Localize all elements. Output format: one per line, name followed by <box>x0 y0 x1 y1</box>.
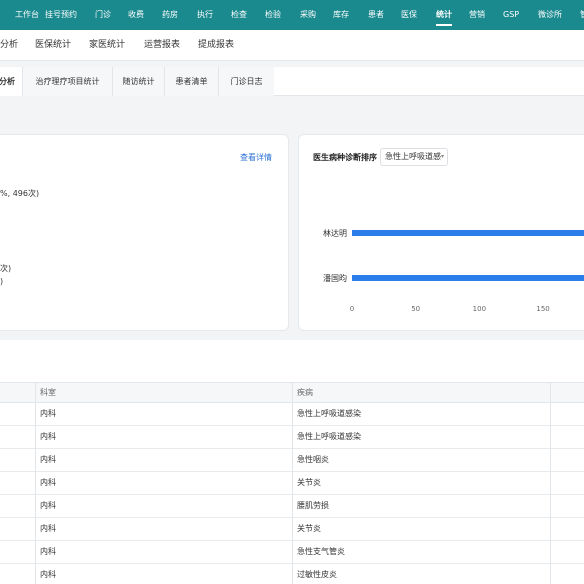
subnav-item[interactable]: 家医统计 <box>89 30 125 60</box>
disease-cell: 过敏性皮炎 <box>297 570 337 579</box>
disease-cell: 腰肌劳损 <box>297 501 329 510</box>
category-label: 潘国昀 <box>323 273 347 283</box>
column-divider <box>550 382 551 584</box>
subnav-item[interactable]: 医保统计 <box>35 30 71 60</box>
nav-item[interactable]: 统计 <box>436 0 452 30</box>
tab[interactable]: 分析 <box>0 67 22 96</box>
bar[interactable] <box>352 275 584 281</box>
disease-select-value: 急性上呼吸道感 <box>385 152 441 161</box>
x-tick-label: 150 <box>536 305 549 313</box>
summary-card <box>0 134 289 331</box>
chart-title: 医生病种诊断排序 <box>313 153 377 162</box>
diagnosis-bar-chart: 林达明潘国昀 0 50 100 150 <box>323 228 584 313</box>
subnav-item[interactable]: 提成报表 <box>198 30 234 60</box>
department-cell: 内科 <box>40 501 56 510</box>
analysis-tabs: 分析 治疗理疗项目统计 随访统计 患者清单 门诊日志 <box>0 67 584 96</box>
department-cell: 内科 <box>40 409 56 418</box>
column-header-disease: 疾病 <box>297 388 313 397</box>
x-tick-label: 0 <box>350 305 354 313</box>
department-cell: 内科 <box>40 547 56 556</box>
column-header-department: 科室 <box>40 388 56 397</box>
nav-item[interactable]: 工作台 <box>15 0 39 30</box>
subnav-item[interactable]: 分析 <box>0 30 18 60</box>
nav-item[interactable]: 检验 <box>265 0 281 30</box>
chevron-down-icon: ▾ <box>440 153 444 160</box>
tab[interactable]: 随访统计 <box>112 67 164 96</box>
department-cell: 内科 <box>40 455 56 464</box>
disease-cell: 急性上呼吸道感染 <box>297 409 361 418</box>
department-cell: 内科 <box>40 478 56 487</box>
nav-item[interactable]: 库存 <box>333 0 349 30</box>
summary-stat-line: ) <box>0 277 4 286</box>
nav-item[interactable]: 管 <box>580 0 584 30</box>
tab[interactable]: 患者清单 <box>164 67 218 96</box>
x-tick-label: 100 <box>473 305 486 313</box>
disease-cell: 关节炎 <box>297 524 321 533</box>
bar[interactable] <box>352 230 584 236</box>
department-cell: 内科 <box>40 570 56 579</box>
nav-item[interactable]: 执行 <box>197 0 213 30</box>
summary-stat-line: %, 496次) <box>0 189 40 198</box>
department-cell: 内科 <box>40 432 56 441</box>
disease-cell: 急性咽炎 <box>297 455 329 464</box>
disease-cell: 急性上呼吸道感染 <box>297 432 361 441</box>
x-tick-label: 50 <box>411 305 420 313</box>
nav-item[interactable]: 患者 <box>368 0 384 30</box>
department-cell: 内科 <box>40 524 56 533</box>
nav-item[interactable]: 营销 <box>469 0 485 30</box>
tab[interactable]: 门诊日志 <box>218 67 274 96</box>
category-label: 林达明 <box>323 228 347 238</box>
nav-item[interactable]: 检查 <box>231 0 247 30</box>
disease-cell: 关节炎 <box>297 478 321 487</box>
nav-item[interactable]: 微诊所 <box>538 0 562 30</box>
statistics-sub-navigation: 分析 医保统计 家医统计 运营报表 提成报表 <box>0 30 584 61</box>
nav-item[interactable]: 采购 <box>300 0 316 30</box>
nav-item[interactable]: 挂号预约 <box>45 0 77 30</box>
nav-item[interactable]: GSP <box>503 0 519 30</box>
disease-cell: 急性支气管炎 <box>297 547 345 556</box>
nav-item[interactable]: 收费 <box>128 0 144 30</box>
nav-item[interactable]: 门诊 <box>95 0 111 30</box>
subnav-item[interactable]: 运营报表 <box>144 30 180 60</box>
top-navigation-bar: 工作台挂号预约门诊收费药房执行检查检验采购库存患者医保统计营销 GSP 微诊所管 <box>0 0 584 30</box>
column-divider <box>292 382 293 584</box>
disease-select[interactable]: 急性上呼吸道感 ▾ <box>380 148 448 166</box>
view-details-link[interactable]: 查看详情 <box>240 152 272 163</box>
nav-item[interactable]: 医保 <box>401 0 417 30</box>
tab[interactable]: 治疗理疗项目统计 <box>22 67 112 96</box>
column-divider <box>35 382 36 584</box>
nav-item[interactable]: 药房 <box>162 0 178 30</box>
summary-stat-line: 次) <box>0 264 12 273</box>
